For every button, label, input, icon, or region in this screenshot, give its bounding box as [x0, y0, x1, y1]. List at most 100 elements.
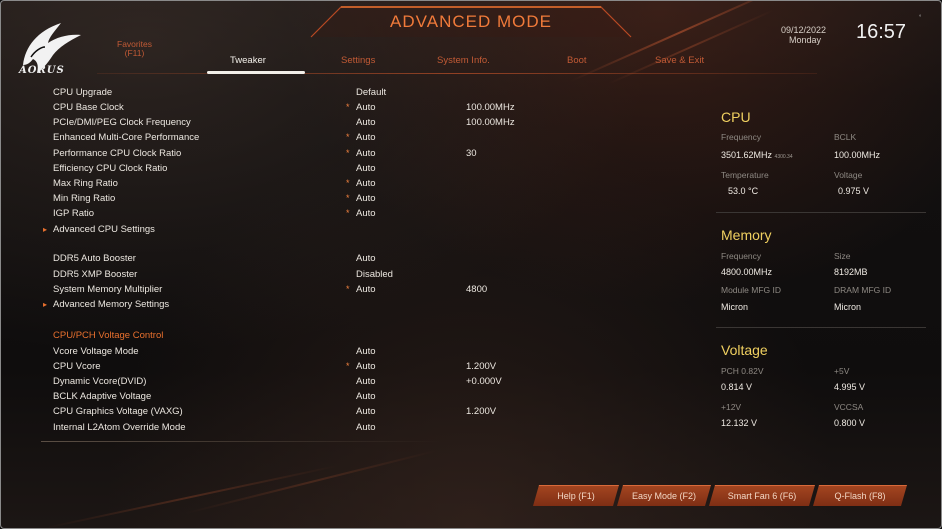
setting-name: CPU Vcore: [53, 361, 101, 372]
setting-value[interactable]: Auto: [356, 374, 376, 389]
p5v-label: +5V: [834, 366, 850, 376]
tab-divider: [97, 73, 817, 74]
modified-star-icon: *: [346, 361, 350, 371]
cpu-frequency-label: Frequency: [721, 132, 762, 142]
active-tab-indicator: [207, 71, 305, 74]
p12v-label: +12V: [721, 402, 742, 412]
setting-current: 100.00MHz: [466, 117, 515, 128]
setting-value[interactable]: Auto: [356, 161, 376, 176]
setting-row-l2atom-override[interactable]: Internal L2Atom Override Mode Auto: [51, 420, 651, 435]
p5v-value: 4.995 V: [834, 382, 866, 392]
cpu-voltage-value: 0.975 V: [838, 186, 870, 196]
setting-row-cpu-upgrade[interactable]: CPU Upgrade Default: [51, 85, 651, 100]
modified-star-icon: *: [346, 102, 350, 112]
setting-row-ddr5-xmp-booster[interactable]: DDR5 XMP Booster Disabled: [51, 267, 651, 282]
cpu-bclk-value: 100.00MHz: [834, 150, 881, 160]
tab-boot[interactable]: Boot: [567, 55, 587, 66]
setting-name: Enhanced Multi-Core Performance: [53, 132, 200, 143]
setting-name: DDR5 XMP Booster: [53, 269, 138, 280]
setting-current: +0.000V: [466, 376, 502, 387]
setting-row-memory-multiplier[interactable]: System Memory Multiplier * Auto 4800: [51, 282, 651, 297]
setting-row-cpu-vcore[interactable]: CPU Vcore * Auto 1.200V: [51, 359, 651, 374]
setting-value[interactable]: Auto: [356, 420, 376, 435]
tab-save-exit[interactable]: Save & Exit: [655, 55, 704, 66]
day-text: Monday: [789, 35, 822, 45]
setting-value[interactable]: Auto: [356, 115, 376, 130]
setting-current: 1.200V: [466, 406, 497, 417]
cpu-heading: CPU: [721, 109, 751, 125]
submenu-label: Advanced CPU Settings: [43, 222, 155, 237]
setting-current: 1.200V: [466, 361, 497, 372]
help-button[interactable]: Help (F1): [533, 485, 619, 506]
module-mfg-label: Module MFG ID: [721, 285, 781, 295]
tab-settings[interactable]: Settings: [341, 55, 375, 66]
vccsa-value: 0.800 V: [834, 418, 866, 428]
setting-value[interactable]: Disabled: [356, 267, 393, 282]
setting-value[interactable]: Auto: [356, 130, 376, 145]
setting-row-min-ring-ratio[interactable]: Min Ring Ratio * Auto: [51, 191, 651, 206]
brand-logo-text: AORUS: [19, 65, 65, 76]
setting-value[interactable]: Auto: [356, 191, 376, 206]
setting-row-max-ring-ratio[interactable]: Max Ring Ratio * Auto: [51, 176, 651, 191]
submenu-advanced-cpu-settings[interactable]: Advanced CPU Settings: [43, 222, 651, 237]
setting-name: Performance CPU Clock Ratio: [53, 148, 182, 159]
setting-name: CPU Upgrade: [53, 87, 113, 98]
setting-name: CPU Graphics Voltage (VAXG): [53, 406, 183, 417]
modified-star-icon: *: [346, 178, 350, 188]
setting-value[interactable]: Default: [356, 85, 386, 100]
memory-size-value: 8192MB: [834, 267, 868, 277]
setting-row-dynamic-vcore[interactable]: Dynamic Vcore(DVID) Auto +0.000V: [51, 374, 651, 389]
setting-name: Vcore Voltage Mode: [53, 346, 139, 357]
modified-star-icon: *: [346, 132, 350, 142]
setting-current: 4800: [466, 284, 488, 295]
cpu-frequency-small: 4300.34: [774, 154, 793, 160]
setting-value[interactable]: Auto: [356, 282, 376, 297]
setting-row-graphics-voltage[interactable]: CPU Graphics Voltage (VAXG) Auto 1.200V: [51, 404, 651, 419]
module-mfg-value: Micron: [721, 302, 749, 312]
tab-favorites[interactable]: Favorites (F11): [117, 40, 152, 58]
setting-name: Min Ring Ratio: [53, 193, 116, 204]
tab-tweaker[interactable]: Tweaker: [230, 55, 266, 66]
setting-row-igp-ratio[interactable]: IGP Ratio * Auto: [51, 206, 651, 221]
setting-row-cpu-base-clock[interactable]: CPU Base Clock * Auto 100.00MHz: [51, 100, 651, 115]
cpu-frequency-value: 3501.62MHz 4300.34: [721, 150, 793, 160]
modified-star-icon: *: [346, 193, 350, 203]
setting-value[interactable]: Auto: [356, 344, 376, 359]
easy-mode-button[interactable]: Easy Mode (F2): [617, 485, 711, 506]
setting-value[interactable]: Auto: [356, 176, 376, 191]
list-divider: [41, 441, 441, 442]
setting-name: DDR5 Auto Booster: [53, 253, 136, 264]
setting-value[interactable]: Auto: [356, 100, 376, 115]
dram-mfg-label: DRAM MFG ID: [834, 285, 892, 295]
setting-name: Dynamic Vcore(DVID): [53, 376, 147, 387]
setting-row-performance-ratio[interactable]: Performance CPU Clock Ratio * Auto 30: [51, 146, 651, 161]
setting-value[interactable]: Auto: [356, 206, 376, 221]
clock-seconds-mark: °: [919, 15, 922, 21]
pch-voltage-value: 0.814 V: [721, 382, 753, 392]
qflash-button[interactable]: Q-Flash (F8): [813, 485, 907, 506]
setting-value[interactable]: Auto: [356, 359, 376, 374]
panel-divider: [716, 212, 926, 213]
tab-system-info[interactable]: System Info.: [437, 55, 490, 66]
p12v-value: 12.132 V: [721, 418, 758, 428]
setting-row-ddr5-auto-booster[interactable]: DDR5 Auto Booster Auto: [51, 251, 651, 266]
submenu-advanced-memory-settings[interactable]: Advanced Memory Settings: [43, 297, 651, 312]
footer-bar: Help (F1) Easy Mode (F2) Smart Fan 6 (F6…: [1, 485, 942, 505]
setting-row-efficiency-ratio[interactable]: Efficiency CPU Clock Ratio Auto: [51, 161, 651, 176]
setting-value[interactable]: Auto: [356, 146, 376, 161]
smart-fan-button[interactable]: Smart Fan 6 (F6): [709, 485, 815, 506]
memory-frequency-value: 4800.00MHz: [721, 267, 773, 277]
setting-row-pcie-clock[interactable]: PCIe/DMI/PEG Clock Frequency Auto 100.00…: [51, 115, 651, 130]
setting-name: Internal L2Atom Override Mode: [53, 422, 186, 433]
section-voltage-control: CPU/PCH Voltage Control: [51, 328, 651, 343]
setting-name: BCLK Adaptive Voltage: [53, 391, 152, 402]
setting-row-vcore-mode[interactable]: Vcore Voltage Mode Auto: [51, 344, 651, 359]
setting-value[interactable]: Auto: [356, 404, 376, 419]
setting-value[interactable]: Auto: [356, 251, 376, 266]
pch-voltage-label: PCH 0.82V: [721, 366, 764, 376]
modified-star-icon: *: [346, 148, 350, 158]
setting-row-bclk-adaptive-voltage[interactable]: BCLK Adaptive Voltage Auto: [51, 389, 651, 404]
setting-value[interactable]: Auto: [356, 389, 376, 404]
setting-row-enhanced-multicore[interactable]: Enhanced Multi-Core Performance * Auto: [51, 130, 651, 145]
panel-divider: [716, 327, 926, 328]
